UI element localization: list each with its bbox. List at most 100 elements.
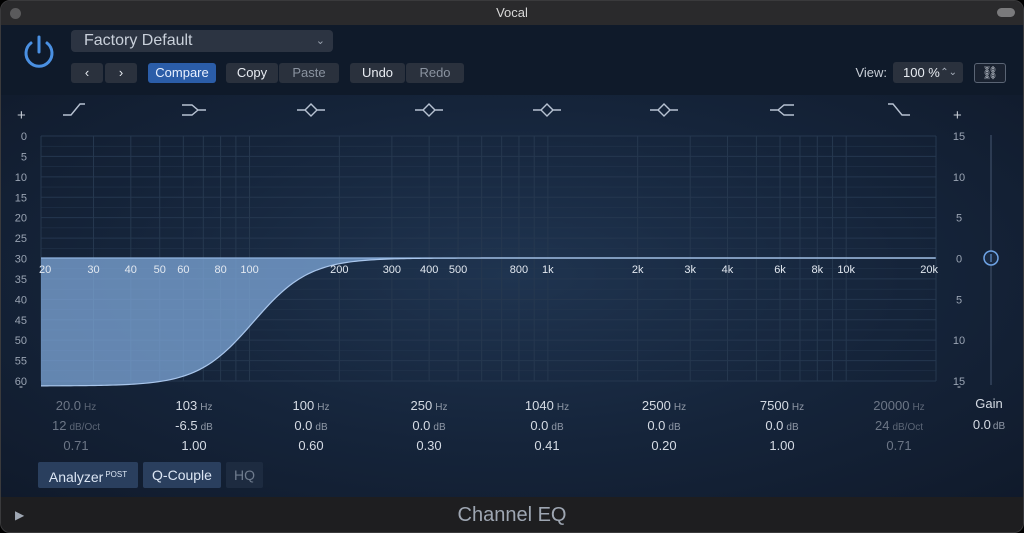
band-q-field[interactable]: 0.71	[26, 436, 126, 456]
chevron-left-icon: ‹	[84, 65, 90, 80]
band-1-params: 20.0 Hz 12 dB/Oct 0.71	[26, 396, 126, 456]
gain-value-field[interactable]: 0.0 dB	[961, 414, 1017, 435]
copy-button[interactable]: Copy	[226, 63, 278, 83]
lowshelf-icon[interactable]	[182, 104, 206, 116]
redo-button[interactable]: Redo	[406, 63, 464, 83]
freq-tick-label: 2k	[632, 264, 644, 276]
band-q-field[interactable]: 0.71	[849, 436, 949, 456]
zoom-out-right-icon[interactable]: -	[957, 379, 961, 393]
gain-value: 0.0	[972, 417, 991, 432]
db-tick-label: 50	[15, 335, 27, 347]
preset-name: Factory Default	[84, 32, 193, 49]
freq-tick-label: 4k	[722, 264, 734, 276]
highcut-icon[interactable]	[888, 103, 910, 116]
band-q-field[interactable]: 0.20	[614, 436, 714, 456]
gain-tick-label: 0	[956, 254, 962, 266]
band-q-field[interactable]: 0.30	[379, 436, 479, 456]
zoom-out-left-icon[interactable]: -	[19, 379, 23, 393]
band-frequency-field[interactable]: 20.0 Hz	[26, 396, 126, 416]
freq-tick-label: 300	[383, 264, 401, 276]
view-zoom-select[interactable]: 100 % ⌃⌄	[893, 62, 963, 83]
eq-panel: 0 5 10 15 20 25 30 35 40 45 50 55 60 15 10 5 0 5 10 15 20 3…	[1, 95, 1023, 497]
analyzer-button[interactable]: Analyzer POST	[38, 462, 138, 488]
band-gain-field[interactable]: 0.0 dB	[732, 416, 832, 436]
db-tick-label: 25	[15, 233, 27, 245]
band-gain-field[interactable]: 0.0 dB	[379, 416, 479, 436]
band-q-value: 0.20	[651, 438, 677, 453]
band-frequency-value: 7500	[759, 398, 789, 413]
disclosure-triangle-icon[interactable]: ▶	[15, 497, 24, 532]
gain-tick-label: 10	[953, 335, 965, 347]
window-menu-button[interactable]	[997, 8, 1015, 17]
analyzer-label: Analyzer	[48, 469, 104, 485]
band-q-value: 1.00	[769, 438, 795, 453]
band-frequency-value: 100	[292, 398, 315, 413]
band-frequency-field[interactable]: 20000 Hz	[849, 396, 949, 416]
db-tick-label: 40	[15, 294, 27, 306]
compare-button[interactable]: Compare	[148, 63, 216, 83]
previous-preset-button[interactable]: ‹	[71, 63, 103, 83]
view-zoom-value: 100 %	[903, 65, 940, 80]
zoom-in-right-icon[interactable]: +	[953, 107, 962, 124]
band-frequency-unit: Hz	[84, 402, 97, 413]
band-gain-field[interactable]: 24 dB/Oct	[849, 416, 949, 436]
band-frequency-field[interactable]: 100 Hz	[261, 396, 361, 416]
band-gain-field[interactable]: 12 dB/Oct	[26, 416, 126, 436]
band-q-field[interactable]: 1.00	[144, 436, 244, 456]
band-6-params: 2500 Hz 0.0 dB 0.20	[614, 396, 714, 456]
zoom-in-left-icon[interactable]: +	[17, 107, 26, 124]
peak-icon[interactable]	[297, 103, 325, 117]
freq-tick-label: 80	[214, 264, 226, 276]
band-gain-field[interactable]: 0.0 dB	[614, 416, 714, 436]
band-frequency-unit: Hz	[556, 402, 570, 413]
band-frequency-field[interactable]: 1040 Hz	[497, 396, 597, 416]
peak-icon[interactable]	[650, 103, 678, 117]
band-gain-value: 12	[51, 418, 67, 433]
band-gain-unit: dB	[551, 422, 564, 433]
band-q-field[interactable]: 1.00	[732, 436, 832, 456]
band-gain-field[interactable]: 0.0 dB	[261, 416, 361, 436]
plugin-name: Channel EQ	[457, 504, 567, 526]
freq-tick-label: 20	[39, 264, 51, 276]
band-q-field[interactable]: 0.41	[497, 436, 597, 456]
gain-unit: dB	[992, 421, 1006, 432]
band-frequency-field[interactable]: 250 Hz	[379, 396, 479, 416]
eq-graph[interactable]: 051015202530354045505560 15105051015 20 3…	[1, 95, 1024, 395]
band-frequency-field[interactable]: 103 Hz	[144, 396, 244, 416]
band-frequency-value: 20000	[873, 398, 910, 413]
freq-tick-label: 50	[154, 264, 166, 276]
db-tick-label: 35	[15, 274, 27, 286]
band-frequency-unit: Hz	[435, 402, 448, 413]
paste-button[interactable]: Paste	[279, 63, 339, 83]
lowcut-icon[interactable]	[63, 103, 85, 116]
link-button[interactable]: ⛓	[974, 63, 1006, 83]
highshelf-icon[interactable]	[770, 104, 794, 116]
undo-button[interactable]: Undo	[350, 63, 405, 83]
db-tick-label: 20	[15, 213, 27, 225]
band-q-field[interactable]: 0.60	[261, 436, 361, 456]
band-frequency-field[interactable]: 7500 Hz	[732, 396, 832, 416]
preset-menu[interactable]: Factory Default ⌄	[71, 30, 333, 52]
band-gain-unit: dB/Oct	[69, 422, 101, 433]
band-frequency-value: 103	[175, 398, 198, 413]
hq-button[interactable]: HQ	[226, 462, 263, 488]
band-gain-field[interactable]: -6.5 dB	[144, 416, 244, 436]
band-gain-unit: dB	[786, 422, 799, 433]
band-q-value: 0.60	[298, 438, 324, 453]
q-couple-button[interactable]: Q-Couple	[143, 462, 221, 488]
freq-tick-label: 800	[510, 264, 528, 276]
peak-icon[interactable]	[533, 103, 561, 117]
close-button[interactable]	[10, 8, 21, 19]
peak-icon[interactable]	[415, 103, 443, 117]
updown-arrows-icon: ⌃⌄	[940, 67, 957, 78]
freq-tick-label: 40	[125, 264, 137, 276]
next-preset-button[interactable]: ›	[105, 63, 137, 83]
band-frequency-value: 1040	[524, 398, 554, 413]
band-8-params: 20000 Hz 24 dB/Oct 0.71	[849, 396, 949, 456]
band-q-value: 0.71	[63, 438, 89, 453]
band-frequency-field[interactable]: 2500 Hz	[614, 396, 714, 416]
plugin-footer: ▶ Channel EQ	[1, 497, 1023, 532]
db-tick-label: 55	[15, 356, 27, 368]
power-button[interactable]	[19, 33, 59, 73]
band-gain-field[interactable]: 0.0 dB	[497, 416, 597, 436]
